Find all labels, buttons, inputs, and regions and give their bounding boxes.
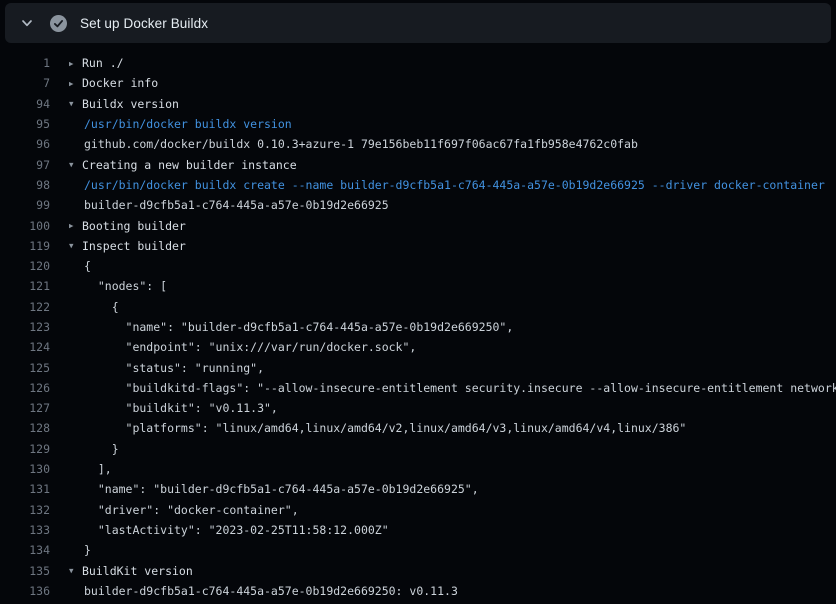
line-number[interactable]: 131 xyxy=(0,482,50,496)
line-number[interactable]: 96 xyxy=(0,137,50,151)
output-text: github.com/docker/buildx 0.10.3+azure-1 … xyxy=(84,137,638,151)
line-number[interactable]: 126 xyxy=(0,381,50,395)
line-number[interactable]: 125 xyxy=(0,361,50,375)
log-line: 97 ▼Creating a new builder instance xyxy=(0,154,836,174)
log-line: 130 ], xyxy=(0,459,836,479)
log-line: 125 "status": "running", xyxy=(0,357,836,377)
log-line: 122 { xyxy=(0,297,836,317)
log-line: 128 "platforms": "linux/amd64,linux/amd6… xyxy=(0,418,836,438)
line-number[interactable]: 99 xyxy=(0,198,50,212)
step-title: Set up Docker Buildx xyxy=(80,16,208,31)
log-line: 100 ▶Booting builder xyxy=(0,215,836,235)
output-text: "buildkitd-flags": "--allow-insecure-ent… xyxy=(84,381,836,395)
output-text: builder-d9cfb5a1-c764-445a-a57e-0b19d2e6… xyxy=(84,198,389,212)
group-title[interactable]: Inspect builder xyxy=(82,239,186,253)
log-line: 99 builder-d9cfb5a1-c764-445a-a57e-0b19d2… xyxy=(0,195,836,215)
log-line: 133 "lastActivity": "2023-02-25T11:58:12… xyxy=(0,520,836,540)
line-number[interactable]: 130 xyxy=(0,462,50,476)
log-line: 98/usr/bin/docker buildx create --name b… xyxy=(0,175,836,195)
log-line: 7 ▶Docker info xyxy=(0,73,836,93)
line-number[interactable]: 129 xyxy=(0,442,50,456)
expand-group-icon[interactable]: ▶ xyxy=(69,221,82,230)
line-number[interactable]: 122 xyxy=(0,300,50,314)
line-number[interactable]: 95 xyxy=(0,117,50,131)
line-number[interactable]: 121 xyxy=(0,279,50,293)
collapse-group-icon[interactable]: ▼ xyxy=(69,566,82,575)
line-number[interactable]: 1 xyxy=(0,56,50,70)
log-line: 123 "name": "builder-d9cfb5a1-c764-445a-… xyxy=(0,317,836,337)
group-title[interactable]: Booting builder xyxy=(82,219,186,233)
line-number[interactable]: 98 xyxy=(0,178,50,192)
log-line: 95/usr/bin/docker buildx version xyxy=(0,114,836,134)
collapse-group-icon[interactable]: ▼ xyxy=(69,99,82,108)
log-line: 136 builder-d9cfb5a1-c764-445a-a57e-0b19d… xyxy=(0,581,836,601)
log-line: 96 github.com/docker/buildx 0.10.3+azure-… xyxy=(0,134,836,154)
command-text: /usr/bin/docker buildx version xyxy=(84,117,292,131)
expand-group-icon[interactable]: ▶ xyxy=(69,79,82,88)
log-line: 94 ▼Buildx version xyxy=(0,94,836,114)
log-line: 134} xyxy=(0,540,836,560)
log-line: 120 { xyxy=(0,256,836,276)
output-text: "name": "builder-d9cfb5a1-c764-445a-a57e… xyxy=(84,482,479,496)
log-line: 131 "name": "builder-d9cfb5a1-c764-445a-… xyxy=(0,479,836,499)
line-number[interactable]: 136 xyxy=(0,584,50,598)
check-circle-icon xyxy=(50,15,67,32)
log-line: 121 "nodes": [ xyxy=(0,276,836,296)
line-number[interactable]: 127 xyxy=(0,401,50,415)
log-line: 126 "buildkitd-flags": "--allow-insecure… xyxy=(0,378,836,398)
log-line: 135 ▼BuildKit version xyxy=(0,560,836,580)
output-text: "status": "running", xyxy=(84,361,264,375)
log-lines: 1▶Run ./7▶Docker info94▼Buildx version95… xyxy=(0,43,836,604)
line-number[interactable]: 124 xyxy=(0,340,50,354)
output-text: "nodes": [ xyxy=(84,279,167,293)
output-text: "name": "builder-d9cfb5a1-c764-445a-a57e… xyxy=(84,320,513,334)
group-title[interactable]: Creating a new builder instance xyxy=(82,158,297,172)
line-number[interactable]: 120 xyxy=(0,259,50,273)
log-line: 127 "buildkit": "v0.11.3", xyxy=(0,398,836,418)
line-number[interactable]: 94 xyxy=(0,97,50,111)
group-title[interactable]: Docker info xyxy=(82,76,158,90)
log-line: 132 "driver": "docker-container", xyxy=(0,500,836,520)
log-line: 129 } xyxy=(0,439,836,459)
line-number[interactable]: 100 xyxy=(0,219,50,233)
line-number[interactable]: 133 xyxy=(0,523,50,537)
output-text: "lastActivity": "2023-02-25T11:58:12.000… xyxy=(84,523,389,537)
line-number[interactable]: 7 xyxy=(0,76,50,90)
collapse-group-icon[interactable]: ▼ xyxy=(69,241,82,250)
chevron-down-icon[interactable] xyxy=(21,17,33,29)
line-number[interactable]: 135 xyxy=(0,564,50,578)
log-line: 124 "endpoint": "unix:///var/run/docker.… xyxy=(0,337,836,357)
line-number[interactable]: 123 xyxy=(0,320,50,334)
output-text: builder-d9cfb5a1-c764-445a-a57e-0b19d2e6… xyxy=(84,584,458,598)
group-title[interactable]: BuildKit version xyxy=(82,564,193,578)
output-text: } xyxy=(84,543,91,557)
log-line: 1 ▶Run ./ xyxy=(0,53,836,73)
group-title[interactable]: Run ./ xyxy=(82,56,124,70)
output-text: "buildkit": "v0.11.3", xyxy=(84,401,278,415)
log-line: 119 ▼Inspect builder xyxy=(0,236,836,256)
output-text: { xyxy=(84,259,91,273)
output-text: } xyxy=(84,442,119,456)
output-text: "endpoint": "unix:///var/run/docker.sock… xyxy=(84,340,416,354)
output-text: ], xyxy=(84,462,112,476)
output-text: "driver": "docker-container", xyxy=(84,503,299,517)
step-header[interactable]: Set up Docker Buildx xyxy=(5,3,831,43)
line-number[interactable]: 132 xyxy=(0,503,50,517)
log-viewer: Set up Docker Buildx 1▶Run ./7▶Docker in… xyxy=(0,0,836,604)
expand-group-icon[interactable]: ▶ xyxy=(69,59,82,68)
line-number[interactable]: 119 xyxy=(0,239,50,253)
line-number[interactable]: 128 xyxy=(0,421,50,435)
output-text: "platforms": "linux/amd64,linux/amd64/v2… xyxy=(84,421,686,435)
collapse-group-icon[interactable]: ▼ xyxy=(69,160,82,169)
group-title[interactable]: Buildx version xyxy=(82,97,179,111)
line-number[interactable]: 97 xyxy=(0,158,50,172)
command-text: /usr/bin/docker buildx create --name bui… xyxy=(84,178,825,192)
output-text: { xyxy=(84,300,119,314)
line-number[interactable]: 134 xyxy=(0,543,50,557)
